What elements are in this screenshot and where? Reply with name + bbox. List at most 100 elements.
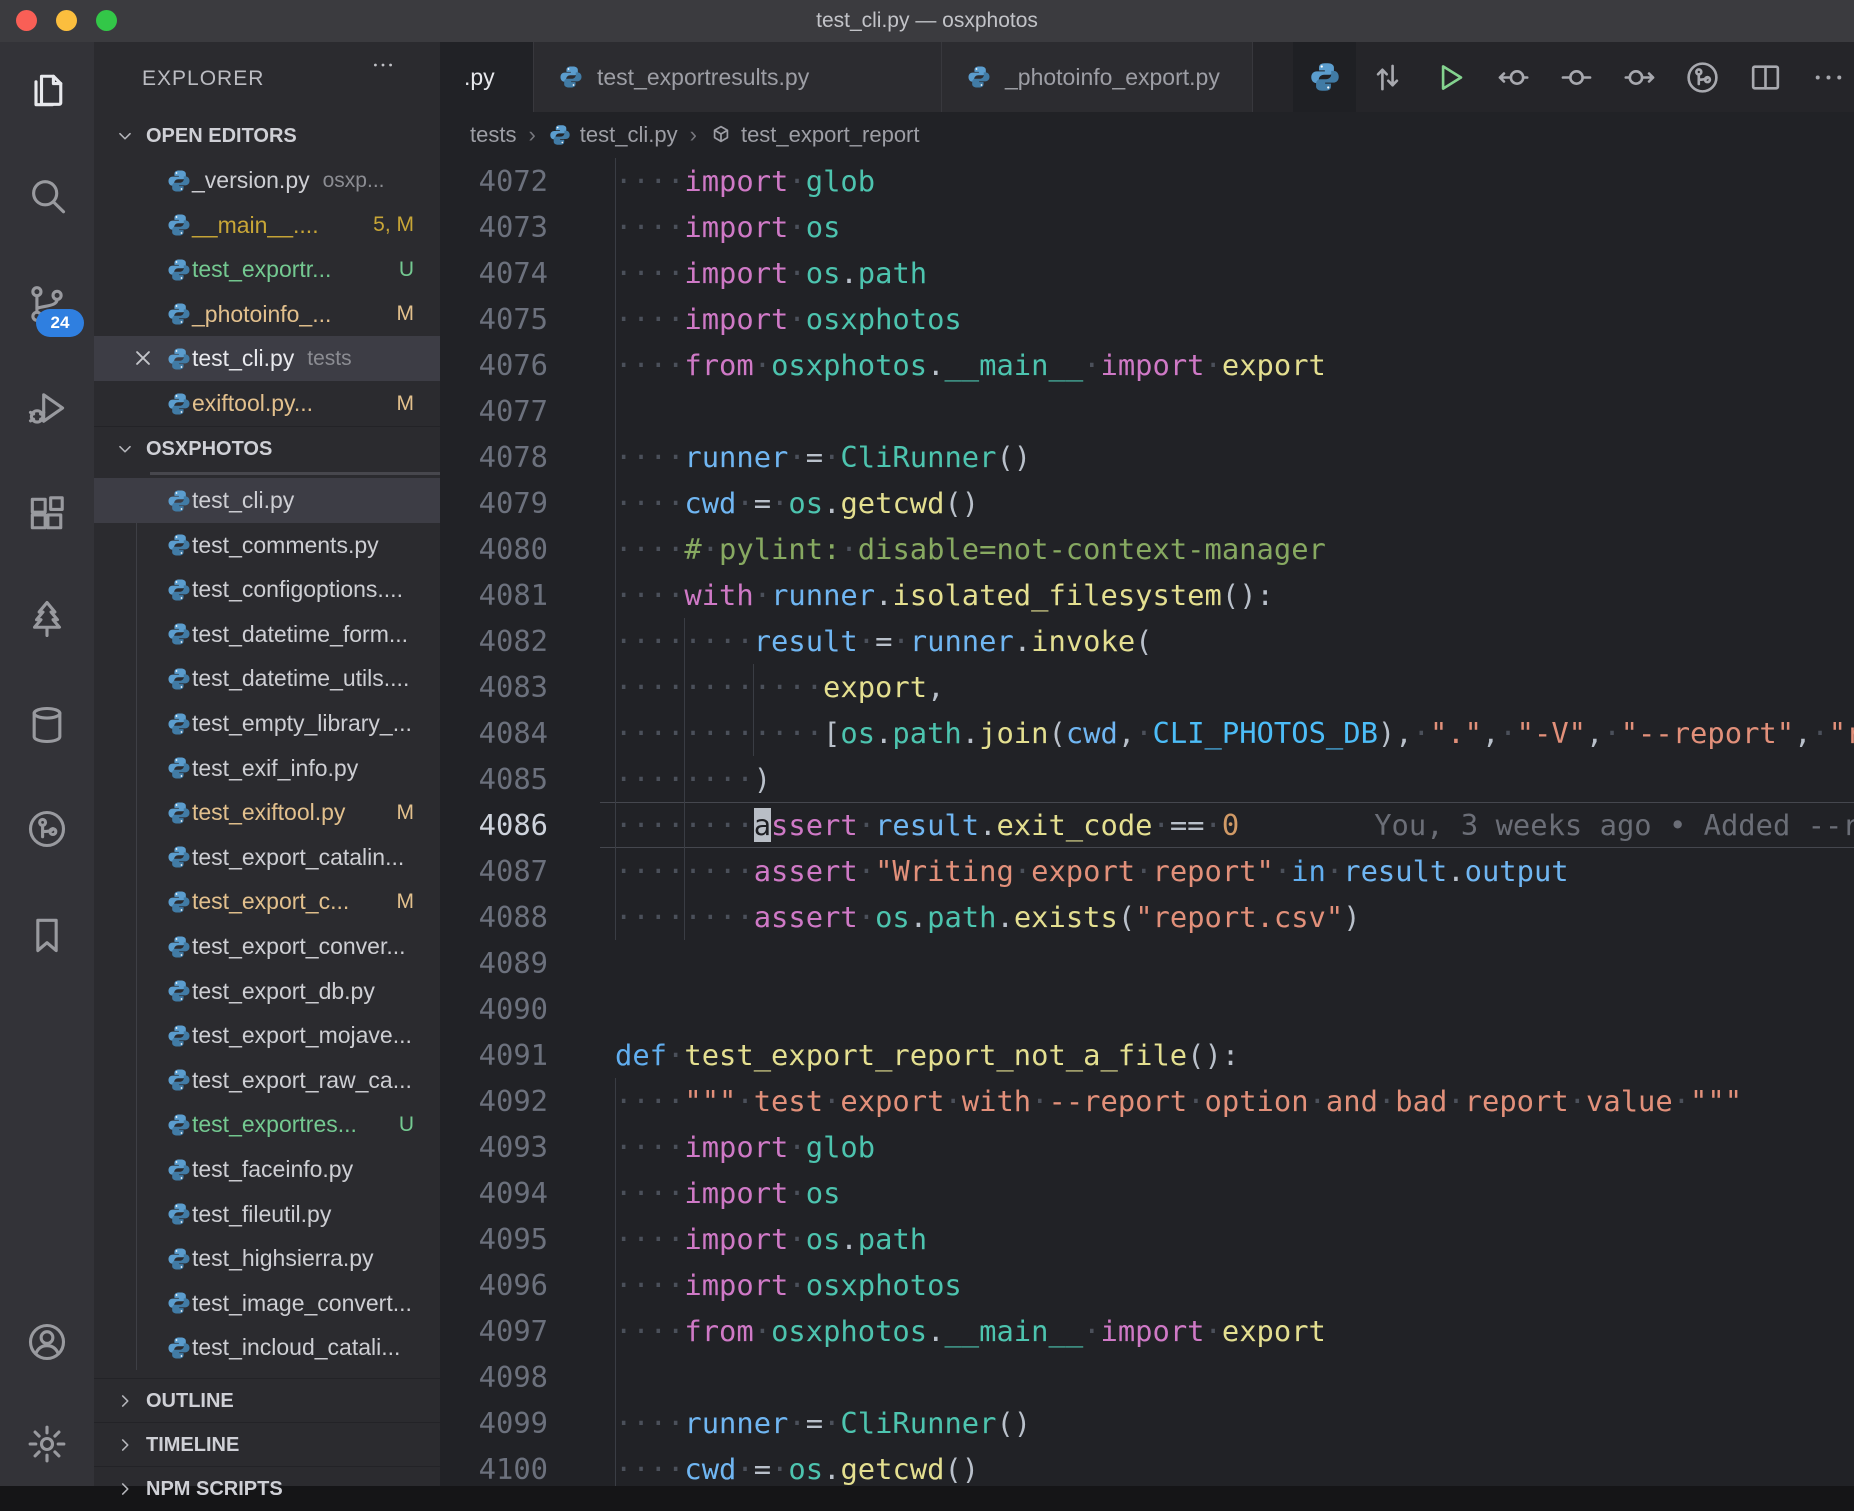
code-token: . <box>840 1222 857 1256</box>
tree-item-test_image_convert[interactable]: test_image_convert... <box>94 1281 440 1326</box>
line-number[interactable]: 4093 <box>440 1124 548 1170</box>
compare-changes-button[interactable] <box>1356 42 1419 112</box>
open-editor-item-test_exportr[interactable]: test_exportr...U <box>94 247 440 292</box>
line-number[interactable]: 4075 <box>440 296 548 342</box>
python-interpreter-button[interactable] <box>1293 42 1356 112</box>
code-token: ( <box>1118 900 1135 934</box>
breadcrumb-item-test_cli.py[interactable]: test_cli.py <box>548 122 678 148</box>
section-header-open-editors[interactable]: OPEN EDITORS <box>94 114 440 158</box>
line-number[interactable]: 4100 <box>440 1446 548 1486</box>
line-number[interactable]: 4077 <box>440 388 548 434</box>
breadcrumb-item-tests[interactable]: tests <box>470 122 516 148</box>
line-number[interactable]: 4081 <box>440 572 548 618</box>
tree-item-test_faceinfopy[interactable]: test_faceinfo.py <box>94 1147 440 1192</box>
line-number[interactable]: 4079 <box>440 480 548 526</box>
line-number[interactable]: 4092 <box>440 1078 548 1124</box>
section-header-osxphotos[interactable]: OSXPHOTOS <box>94 426 440 471</box>
line-number[interactable]: 4083 <box>440 664 548 710</box>
code-editor[interactable]: 4072····import·glob4073····import·os4074… <box>440 158 1854 1486</box>
file-label: test_faceinfo.py <box>192 1156 353 1183</box>
line-number[interactable]: 4078 <box>440 434 548 480</box>
activity-item-extensions[interactable] <box>22 489 72 539</box>
tree-item-test_exif_infopy[interactable]: test_exif_info.py <box>94 746 440 791</box>
line-number[interactable]: 4090 <box>440 986 548 1032</box>
previous-change-button[interactable] <box>1482 42 1545 112</box>
line-number[interactable]: 4074 <box>440 250 548 296</box>
tree-item-test_clipy[interactable]: test_cli.py <box>94 478 440 523</box>
tree-item-test_exportres[interactable]: test_exportres...U <box>94 1102 440 1147</box>
activity-item-explorer[interactable] <box>22 65 72 115</box>
line-number[interactable]: 4095 <box>440 1216 548 1262</box>
open-editor-item-__main__[interactable]: __main__....5, M <box>94 203 440 248</box>
activity-item-account[interactable] <box>22 1317 72 1367</box>
tree-item-test_export_conver[interactable]: test_export_conver... <box>94 924 440 969</box>
line-number[interactable]: 4072 <box>440 158 548 204</box>
breadcrumb-item-test_export_report[interactable]: test_export_report <box>709 122 920 148</box>
section-header-outline[interactable]: OUTLINE <box>94 1378 440 1423</box>
line-number[interactable]: 4096 <box>440 1262 548 1308</box>
activity-item-settings[interactable] <box>22 1419 72 1469</box>
tree-item-test_datetime_utils[interactable]: test_datetime_utils.... <box>94 656 440 701</box>
open-editor-item-exiftoolpy[interactable]: exiftool.py...M <box>94 381 440 426</box>
line-number[interactable]: 4076 <box>440 342 548 388</box>
line-number[interactable]: 4073 <box>440 204 548 250</box>
gitlens-actions-button[interactable] <box>1671 42 1734 112</box>
tree-scrollbar[interactable] <box>150 472 440 475</box>
tree-item-test_incloud_catali[interactable]: test_incloud_catali... <box>94 1325 440 1370</box>
close-editor-button[interactable] <box>130 345 158 373</box>
zoom-window-button[interactable] <box>96 10 117 31</box>
line-number[interactable]: 4085 <box>440 756 548 802</box>
more-actions-button[interactable] <box>1797 42 1854 112</box>
open-editor-item-_versionpy[interactable]: _version.pyosxp... <box>94 158 440 203</box>
tree-item-test_commentspy[interactable]: test_comments.py <box>94 523 440 568</box>
tree-item-test_export_raw_ca[interactable]: test_export_raw_ca... <box>94 1058 440 1103</box>
activity-item-database[interactable] <box>22 700 72 750</box>
activity-item-source-control[interactable]: 24 <box>22 279 72 329</box>
activity-item-gitlens[interactable] <box>22 804 72 854</box>
line-number[interactable]: 4088 <box>440 894 548 940</box>
activity-item-run-and-debug[interactable] <box>22 383 72 433</box>
line-number[interactable]: 4080 <box>440 526 548 572</box>
line-content: ············[os.path.join(cwd,·CLI_PHOTO… <box>615 716 1854 750</box>
tree-item-test_highsierrapy[interactable]: test_highsierra.py <box>94 1236 440 1281</box>
tree-item-test_fileutilpy[interactable]: test_fileutil.py <box>94 1192 440 1237</box>
split-editor-button[interactable] <box>1734 42 1797 112</box>
minimize-window-button[interactable] <box>56 10 77 31</box>
activity-item-testing[interactable] <box>22 594 72 644</box>
tab-test_exportresults.py[interactable]: test_exportresults.py <box>534 42 942 112</box>
tab-.py[interactable]: .py <box>440 42 534 112</box>
next-change-button[interactable] <box>1608 42 1671 112</box>
line-number[interactable]: 4082 <box>440 618 548 664</box>
line-number[interactable]: 4094 <box>440 1170 548 1216</box>
line-number[interactable]: 4087 <box>440 848 548 894</box>
section-header-timeline[interactable]: TIMELINE <box>94 1422 440 1467</box>
tree-item-test_exiftoolpy[interactable]: test_exiftool.pyM <box>94 790 440 835</box>
open-editor-item-test_clipy[interactable]: test_cli.pytests <box>94 336 440 381</box>
run-python-file-button[interactable] <box>1419 42 1482 112</box>
change-button[interactable] <box>1545 42 1608 112</box>
line-number[interactable]: 4097 <box>440 1308 548 1354</box>
tab-_photoinfo_export.py[interactable]: _photoinfo_export.py <box>942 42 1253 112</box>
titlebar[interactable]: test_cli.py — osxphotos <box>0 0 1854 43</box>
activity-item-search[interactable] <box>22 171 72 221</box>
close-window-button[interactable] <box>16 10 37 31</box>
cursor-block: a <box>754 808 771 842</box>
tree-item-test_export_mojave[interactable]: test_export_mojave... <box>94 1013 440 1058</box>
tree-item-test_datetime_form[interactable]: test_datetime_form... <box>94 612 440 657</box>
line-number[interactable]: 4086 <box>440 802 548 848</box>
open-editor-item-_photoinfo_[interactable]: _photoinfo_...M <box>94 292 440 337</box>
line-number[interactable]: 4098 <box>440 1354 548 1400</box>
tree-item-test_export_c[interactable]: test_export_c...M <box>94 879 440 924</box>
line-content: ····import·osxphotos <box>615 1268 962 1302</box>
explorer-more-actions-button[interactable] <box>370 42 396 88</box>
line-number[interactable]: 4099 <box>440 1400 548 1446</box>
line-number[interactable]: 4084 <box>440 710 548 756</box>
tree-item-test_configoptions[interactable]: test_configoptions.... <box>94 567 440 612</box>
line-number[interactable]: 4089 <box>440 940 548 986</box>
tree-item-test_export_catalin[interactable]: test_export_catalin... <box>94 835 440 880</box>
tree-item-test_export_dbpy[interactable]: test_export_db.py <box>94 969 440 1014</box>
activity-item-bookmarks[interactable] <box>22 910 72 960</box>
section-header-npm-scripts[interactable]: NPM SCRIPTS <box>94 1466 440 1511</box>
line-number[interactable]: 4091 <box>440 1032 548 1078</box>
tree-item-test_empty_library_[interactable]: test_empty_library_... <box>94 701 440 746</box>
